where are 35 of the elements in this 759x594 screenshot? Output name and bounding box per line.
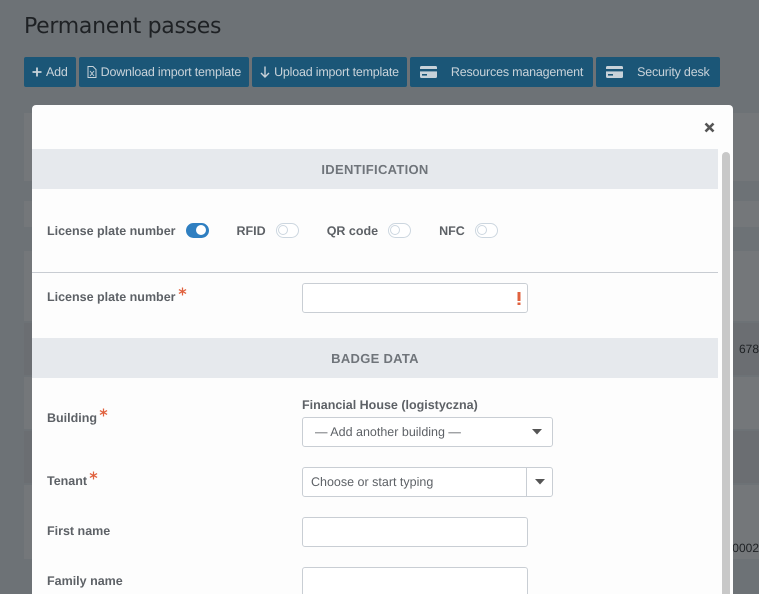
close-icon: [704, 122, 715, 132]
text-input[interactable]: Choose or start typing: [311, 475, 526, 489]
text-field[interactable]: [302, 283, 528, 313]
text-field[interactable]: [302, 517, 528, 547]
section-header: IDENTIFICATION: [32, 149, 718, 189]
toggle-label: RFID: [236, 224, 266, 238]
section-header: BADGE DATA: [32, 338, 718, 378]
field-label: Building: [47, 411, 97, 425]
table-cell: 678: [738, 342, 759, 356]
field-label: First name: [47, 524, 110, 538]
toolbar-button[interactable]: Resources management: [410, 57, 594, 87]
scrollbar[interactable]: [722, 152, 730, 594]
toggle-label: License plate number: [47, 224, 176, 238]
field-label: License plate number: [47, 290, 176, 304]
arrow-down-icon: [260, 66, 270, 78]
card-icon: [420, 66, 437, 78]
toggle-label: NFC: [439, 224, 465, 238]
combo-box[interactable]: Choose or start typing: [302, 467, 553, 497]
plus-icon: [32, 67, 42, 77]
close-button[interactable]: [702, 120, 717, 134]
text-field[interactable]: [302, 567, 528, 594]
toolbar-button[interactable]: Add: [24, 57, 76, 87]
building-name: Financial House (logistyczna): [302, 398, 479, 412]
card-icon: [606, 66, 624, 78]
table-cell: 0002: [732, 541, 759, 555]
toolbar-button[interactable]: Upload import template: [252, 57, 407, 87]
field-label: Family name: [47, 574, 123, 588]
toggle-label: QR code: [326, 224, 378, 238]
field-label: Tenant: [47, 474, 88, 488]
page-title: Permanent passes: [24, 14, 222, 39]
dropdown[interactable]: — Add another building —: [302, 417, 553, 447]
toggle-switch[interactable]: [186, 223, 209, 238]
file-icon: [86, 66, 97, 78]
toolbar-button[interactable]: Download import template: [78, 57, 250, 87]
toolbar-button[interactable]: Security desk: [596, 57, 720, 87]
